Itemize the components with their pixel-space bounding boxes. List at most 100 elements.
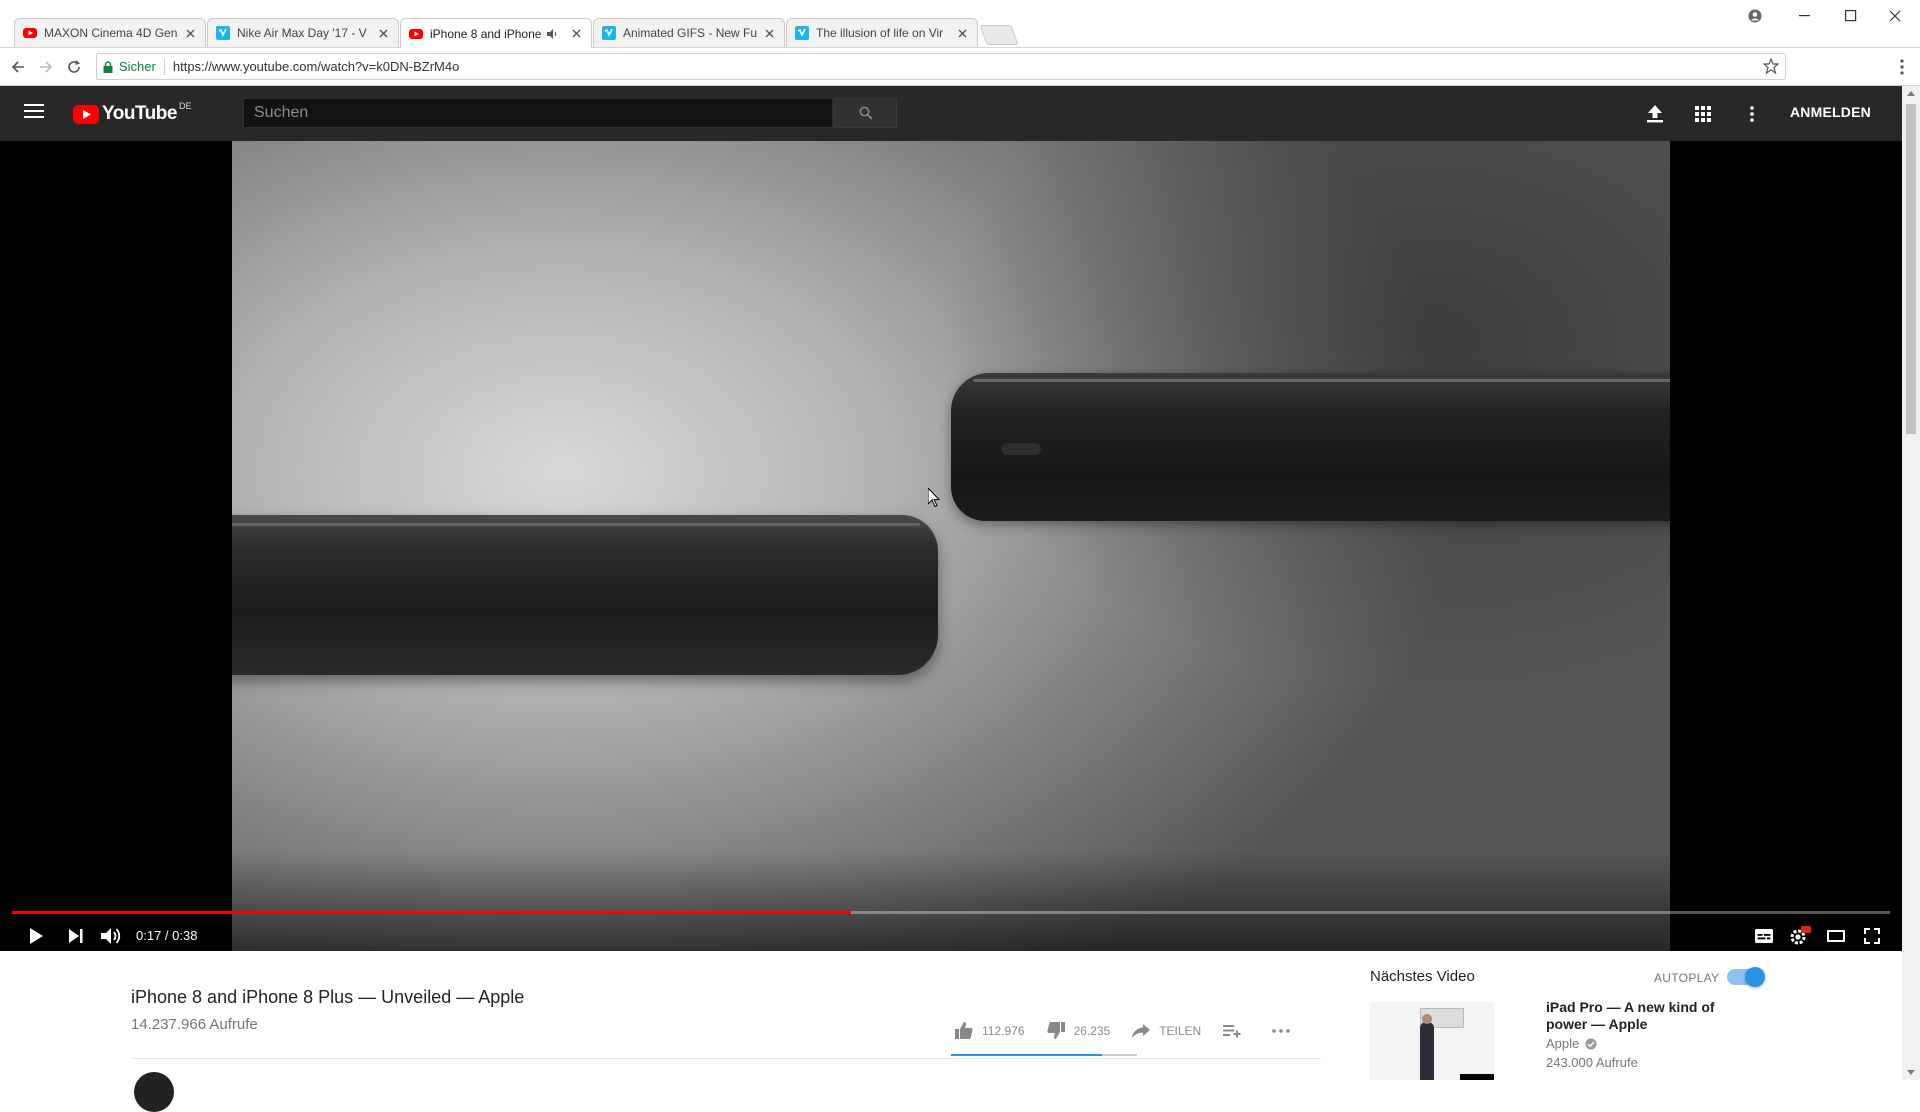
view-count: 14.237.966 Aufrufe [131,1016,258,1033]
tab-title: Animated GIFS - New Fu [623,26,758,40]
youtube-icon [409,27,423,41]
add-to-playlist-button[interactable] [1223,1024,1250,1038]
tab-title: MAXON Cinema 4D Gen [44,26,178,40]
mouse-cursor-icon [928,488,940,507]
video-phone-left [232,515,938,675]
channel-avatar[interactable] [134,1072,174,1112]
video-player[interactable]: 0:17 / 0:38 [0,141,1902,951]
fullscreen-button[interactable] [1854,922,1890,950]
search-input[interactable] [244,99,832,127]
browser-tab-5[interactable]: The illusion of life on Vir [786,18,978,47]
apps-grid-icon[interactable] [1691,102,1715,126]
video-frame[interactable] [232,141,1670,951]
subtitles-button[interactable] [1746,922,1782,950]
upload-icon[interactable] [1643,102,1667,126]
close-icon[interactable] [376,26,390,40]
more-horizontal-icon [1272,1028,1291,1033]
play-button[interactable] [18,922,54,950]
channel-name: Apple [1546,1036,1580,1051]
divider [131,1058,1321,1059]
logo-text: YouTube [102,103,177,124]
vimeo-icon [216,26,230,40]
speaker-icon[interactable] [547,28,561,39]
like-dislike-bar [951,1054,1137,1056]
profile-icon[interactable] [1732,2,1778,30]
window-close-icon[interactable] [1872,2,1918,30]
thumbs-up-icon [955,1022,973,1039]
reload-icon[interactable] [63,56,85,78]
settings-button[interactable] [1782,922,1818,950]
youtube-icon [23,26,37,40]
dislike-count: 26.235 [1073,1023,1111,1038]
dislike-button[interactable]: 26.235 [1046,1022,1111,1039]
page-scrollbar[interactable] [1902,86,1920,1080]
time-display: 0:17 / 0:38 [136,928,198,943]
browser-menu-icon[interactable] [1892,56,1912,78]
next-button[interactable] [58,922,94,950]
like-ratio-fill [951,1054,1102,1056]
up-next-heading: Nächstes Video [1370,968,1475,985]
search-button[interactable] [834,98,897,128]
youtube-masthead: YouTube DE ANMELDEN [0,86,1902,141]
maximize-icon[interactable] [1828,2,1874,30]
volume-button[interactable] [94,922,130,950]
progress-played [12,911,852,914]
watch-info: iPhone 8 and iPhone 8 Plus — Unveiled — … [0,951,1902,1112]
volume-icon [101,928,121,944]
browser-tab-1[interactable]: MAXON Cinema 4D Gen [14,18,206,47]
tab-title: Nike Air Max Day '17 - V [237,26,367,40]
autoplay-label: AUTOPLAY [1654,971,1720,985]
region-code: DE [178,101,192,111]
duration-badge [1460,1074,1494,1080]
related-video-channel[interactable]: Apple [1546,1036,1597,1051]
scroll-down-arrow-icon[interactable] [1907,1070,1915,1075]
back-arrow-icon[interactable] [7,56,29,78]
youtube-logo[interactable]: YouTube DE [73,101,192,126]
scroll-up-arrow-icon[interactable] [1907,91,1915,96]
related-video-thumbnail[interactable] [1370,1002,1494,1080]
playlist-add-icon [1223,1024,1241,1037]
controls-gradient [0,851,1902,951]
subtitles-icon [1755,929,1773,943]
related-video-views: 243.000 Aufrufe [1546,1055,1638,1070]
video-title: iPhone 8 and iPhone 8 Plus — Unveiled — … [131,987,525,1007]
new-tab-button[interactable] [979,25,1019,45]
skip-next-icon [69,929,83,943]
close-icon[interactable] [183,26,197,40]
browser-toolbar: Sicher https://www.youtube.com/watch?v=k… [0,48,1920,86]
sign-in-button[interactable]: ANMELDEN [1790,104,1871,120]
like-button[interactable]: 112.976 [955,1022,1025,1039]
search-icon [859,106,873,120]
browser-tab-strip: MAXON Cinema 4D Gen Nike Air Max Day '17… [0,0,1920,48]
autoplay-toggle[interactable] [1727,967,1765,987]
more-options-icon[interactable] [1740,102,1764,126]
secure-label: Sicher [119,59,156,74]
browser-tab-4[interactable]: Animated GIFS - New Fu [593,18,785,47]
search-box [243,98,833,128]
address-bar[interactable]: Sicher https://www.youtube.com/watch?v=k… [96,53,1786,80]
close-icon[interactable] [569,27,583,41]
fullscreen-icon [1864,928,1880,944]
share-button[interactable]: TEILEN [1132,1023,1201,1038]
bookmark-star-icon[interactable] [1763,58,1779,74]
theater-mode-button[interactable] [1818,922,1854,950]
tab-title: The illusion of life on Vir [816,26,944,40]
theater-mode-icon [1827,930,1845,942]
browser-tab-2[interactable]: Nike Air Max Day '17 - V [207,18,399,47]
close-icon[interactable] [955,26,969,40]
verified-check-icon [1585,1038,1597,1049]
browser-tab-3-active[interactable]: iPhone 8 and iPhone [400,18,592,48]
forward-arrow-icon[interactable] [35,56,57,78]
like-count: 112.976 [982,1023,1025,1038]
more-actions-button[interactable] [1272,1028,1299,1033]
minimize-icon[interactable] [1782,2,1828,30]
progress-bar[interactable] [12,911,1890,914]
lock-icon [103,60,113,73]
related-video-title[interactable]: iPad Pro — A new kind of power — Apple [1546,999,1736,1033]
thumbs-down-icon [1046,1022,1065,1039]
video-actions: 112.976 26.235 TEILEN [955,1022,1321,1039]
close-icon[interactable] [762,26,776,40]
scrollbar-thumb[interactable] [1906,104,1916,434]
url-text[interactable]: https://www.youtube.com/watch?v=k0DN-BZr… [173,59,459,74]
hamburger-menu-icon[interactable] [24,102,50,124]
